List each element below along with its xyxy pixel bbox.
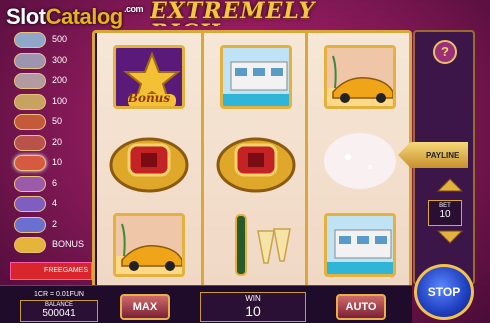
watermark-text-a: Slot <box>6 4 46 29</box>
paytable-value: 4 <box>52 198 58 208</box>
bet-decrease-arrow-icon[interactable] <box>437 230 463 244</box>
paytable-row: 10 <box>10 153 90 173</box>
reel-frame: Bonus <box>92 30 412 288</box>
win-value: 10 <box>245 303 261 319</box>
villa-icon <box>220 45 292 109</box>
paytable-symbol-icon <box>14 216 46 233</box>
ruby-ring-icon <box>107 127 191 195</box>
win-display: WIN 10 <box>200 292 306 322</box>
balance-value: 500041 <box>42 308 76 319</box>
bonus-star-symbol: Bonus <box>107 41 191 113</box>
champagne-symbol <box>214 209 298 281</box>
paytable-value: 6 <box>52 177 58 188</box>
paytable-value: 2 <box>52 218 58 229</box>
paytable-value: 10 <box>52 157 63 167</box>
paytable-row: 200 <box>10 71 90 91</box>
villa-symbol <box>214 41 298 113</box>
champagne-icon <box>214 211 298 279</box>
bet-display: BET 10 <box>428 200 462 226</box>
paytable-symbol-icon <box>14 196 46 212</box>
max-bet-button[interactable]: MAX <box>120 294 170 320</box>
help-button[interactable]: ? <box>433 40 457 64</box>
paytable-value: 20 <box>52 136 63 147</box>
paytable-row: 500 <box>10 30 90 50</box>
sparkle-icon <box>318 127 402 195</box>
yellow-car-icon <box>324 45 396 109</box>
paytable-value: 500 <box>52 34 68 44</box>
ruby-ring-symbol <box>214 125 298 197</box>
paytable-symbol-icon <box>14 237 46 253</box>
paytable-row: 50 <box>10 112 90 132</box>
bottom-bar: 1CR = 0.01FUN BALANCE 500041 MAX WIN 10 … <box>0 285 412 323</box>
slotcatalog-watermark: SlotCatalog .com <box>6 4 144 30</box>
reel-3 <box>305 33 409 285</box>
denomination-text: 1CR = 0.01FUN <box>34 291 84 298</box>
paytable-value: 300 <box>52 54 68 65</box>
bonus-label: Bonus <box>127 91 171 105</box>
paytable-symbol-icon <box>14 93 46 110</box>
game-title: EXTREMELY RICH <box>150 0 316 26</box>
ruby-ring-symbol <box>107 125 191 197</box>
ruby-ring-icon <box>214 127 298 195</box>
yellow-car-symbol <box>107 209 191 281</box>
bet-increase-arrow-icon[interactable] <box>437 178 463 192</box>
paytable-value: BONUS <box>52 239 85 249</box>
watermark-text-b: Catalog <box>45 4 124 29</box>
yellow-car-icon <box>113 213 185 277</box>
reel-1: Bonus <box>97 33 201 285</box>
villa-icon <box>324 213 396 277</box>
balance-display: BALANCE 500041 <box>20 300 98 322</box>
paytable-value: 200 <box>52 75 68 85</box>
reel-2 <box>201 33 305 285</box>
win-label: WIN <box>245 294 261 303</box>
paytable-value: 50 <box>52 116 63 126</box>
sparkle-symbol <box>318 125 402 197</box>
watermark-tld: .com <box>124 4 144 14</box>
paytable-symbol-icon <box>14 52 46 69</box>
paytable-row: BONUS <box>10 235 90 255</box>
bet-value: 10 <box>439 209 451 220</box>
paytable-row: 6 <box>10 174 90 194</box>
freegames-label: FREEGAMES <box>10 262 92 280</box>
paytable-symbol-icon <box>14 32 46 48</box>
stop-button[interactable]: STOP <box>414 264 474 320</box>
paytable-symbol-icon <box>14 134 46 151</box>
paytable-row: 100 <box>10 92 90 112</box>
payline-indicator: PAYLINE <box>398 142 468 168</box>
yellow-car-symbol <box>318 41 402 113</box>
paytable-symbol-icon <box>14 155 46 171</box>
paytable-symbol-icon <box>14 73 46 89</box>
paytable-symbol-icon <box>14 114 46 130</box>
villa-symbol <box>318 209 402 281</box>
paytable-row: 4 <box>10 194 90 214</box>
paytable-value: 100 <box>52 95 68 106</box>
paytable-symbol-icon <box>14 175 46 192</box>
paytable-row: 20 <box>10 133 90 153</box>
paytable: 500 300 200 100 50 20 10 6 4 2 BONUS FREEGAMES <box>10 30 92 285</box>
paytable-row: 2 <box>10 215 90 235</box>
autoplay-button[interactable]: AUTO <box>336 294 386 320</box>
paytable-row: 300 <box>10 51 90 71</box>
